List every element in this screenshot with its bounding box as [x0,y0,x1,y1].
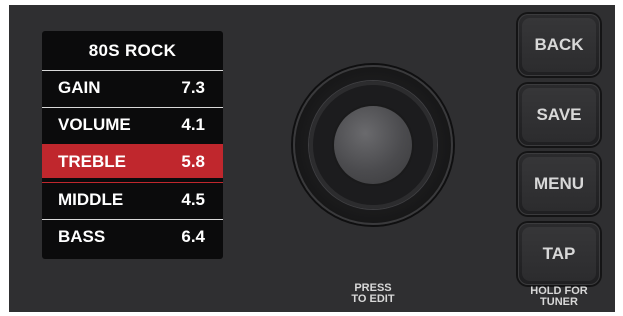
param-name: TREBLE [58,152,126,171]
param-name: BASS [58,227,106,246]
param-name: GAIN [58,78,101,97]
param-value: 4.1 [181,115,205,134]
param-row-treble[interactable]: TREBLE 5.8 [42,144,223,178]
param-row-gain[interactable]: GAIN 7.3 [42,70,223,104]
param-value: 6.4 [181,227,205,246]
tap-hint-line2: TUNER [540,296,578,308]
param-name: VOLUME [58,115,131,134]
param-row-bass[interactable]: BASS 6.4 [42,219,223,259]
encoder-hint: PRESS TO EDIT [340,283,406,305]
encoder-hint-line2: TO EDIT [351,293,395,305]
tap-button[interactable]: TAP [518,223,600,285]
back-button-label: BACK [522,18,596,72]
lcd-display: 80S ROCK GAIN 7.3 VOLUME 4.1 TREBLE 5.8 … [42,31,223,259]
tap-hint: HOLD FOR TUNER [520,286,598,308]
param-value: 5.8 [181,152,205,171]
tap-button-label: TAP [522,227,596,281]
back-button[interactable]: BACK [518,14,600,76]
param-row-middle[interactable]: MIDDLE 4.5 [42,182,223,216]
param-row-volume[interactable]: VOLUME 4.1 [42,107,223,141]
param-value: 7.3 [181,78,205,97]
save-button[interactable]: SAVE [518,84,600,146]
menu-button-label: MENU [522,157,596,211]
save-button-label: SAVE [522,88,596,142]
param-name: MIDDLE [58,190,124,209]
preset-name: 80S ROCK [88,40,177,60]
menu-button[interactable]: MENU [518,153,600,215]
param-value: 4.5 [181,190,205,209]
encoder-knob-cap[interactable] [334,106,412,184]
